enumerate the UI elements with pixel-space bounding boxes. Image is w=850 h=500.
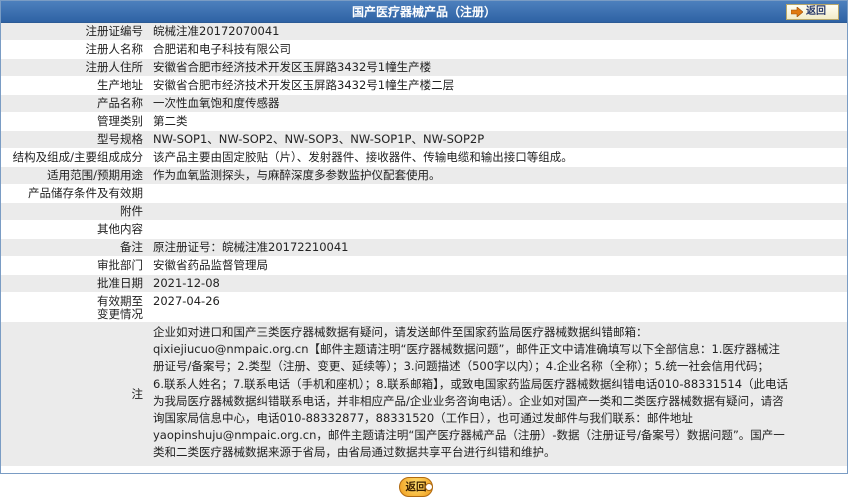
field-row: 变更情况 bbox=[1, 306, 847, 323]
dot-icon bbox=[425, 483, 433, 491]
note-line: 为我局医疗器械数据纠错联系电话，并非相应产品/企业业务咨询电话）。企业如对国产一… bbox=[153, 393, 784, 408]
note-row: 注 企业如对进口和国产三类医疗器械数据有疑问，请发送邮件至国家药监局医疗器械数据… bbox=[1, 322, 847, 466]
field-label: 注册人住所 bbox=[85, 60, 144, 74]
field-row: 其他内容 bbox=[1, 221, 847, 238]
field-row: 型号规格 NW-SOP1、NW-SOP2、NW-SOP3、NW-SOP1P、NW… bbox=[1, 131, 847, 148]
field-label: 批准日期 bbox=[97, 276, 143, 290]
field-row: 注册证编号 皖械注准20172070041 bbox=[1, 23, 847, 40]
field-value: 一次性血氧饱和度传感器 bbox=[153, 96, 280, 110]
back-button-bottom[interactable]: 返回 bbox=[399, 477, 433, 497]
note-line: 册证号/备案号；2.类型（注册、变更、延续等）；3.问题描述（500字以内）；4… bbox=[153, 359, 769, 374]
back-button-label: 返回 bbox=[405, 481, 427, 493]
field-row: 批准日期 2021-12-08 bbox=[1, 275, 847, 292]
field-value bbox=[147, 185, 847, 202]
note-line: 类和二类医疗器械数据来源于省局，由省局通过数据共享平台进行纠错和维护。 bbox=[153, 445, 556, 460]
field-row: 备注 原注册证号：皖械注准20172210041 bbox=[1, 239, 847, 256]
arrow-right-icon bbox=[791, 7, 803, 17]
field-row: 产品储存条件及有效期 bbox=[1, 185, 847, 202]
field-label: 产品储存条件及有效期 bbox=[28, 186, 143, 200]
field-value: 安徽省合肥市经济技术开发区玉屏路3432号1幢生产楼 bbox=[153, 60, 432, 74]
field-label: 附件 bbox=[120, 204, 143, 218]
field-row: 注册人住所 安徽省合肥市经济技术开发区玉屏路3432号1幢生产楼 bbox=[1, 59, 847, 76]
field-label: 注册人名称 bbox=[85, 42, 144, 56]
field-label: 结构及组成/主要组成成分 bbox=[12, 150, 143, 164]
field-value bbox=[147, 306, 847, 323]
note-line: qixiejiucuo@nmpaic.org.cn【邮件主题请注明“医疗器械数据… bbox=[153, 342, 780, 357]
field-value: 皖械注准20172070041 bbox=[153, 24, 280, 38]
field-label: 变更情况 bbox=[97, 307, 143, 321]
field-label: 适用范围/预期用途 bbox=[47, 168, 143, 182]
field-label: 生产地址 bbox=[97, 78, 143, 92]
field-label: 注册证编号 bbox=[85, 24, 144, 38]
note-line: 询国家局信息中心，电话010-88332877，88331520（工作日），也可… bbox=[153, 411, 693, 426]
field-label: 审批部门 bbox=[97, 258, 143, 272]
title-bar: 国产医疗器械产品（注册） 返回 bbox=[1, 1, 847, 23]
back-button-top[interactable]: 返回 bbox=[786, 4, 839, 20]
field-label: 型号规格 bbox=[97, 132, 143, 146]
field-value: 安徽省药品监督管理局 bbox=[153, 258, 268, 272]
field-value bbox=[147, 203, 847, 220]
field-row: 审批部门 安徽省药品监督管理局 bbox=[1, 257, 847, 274]
field-label: 产品名称 bbox=[97, 96, 143, 110]
field-row: 注册人名称 合肥诺和电子科技有限公司 bbox=[1, 41, 847, 58]
field-value: 原注册证号：皖械注准20172210041 bbox=[153, 240, 349, 254]
field-value: NW-SOP1、NW-SOP2、NW-SOP3、NW-SOP1P、NW-SOP2… bbox=[153, 132, 485, 146]
field-row: 结构及组成/主要组成成分 该产品主要由固定胶贴（片）、发射器件、接收器件、传输电… bbox=[1, 149, 847, 166]
field-label: 备注 bbox=[120, 240, 143, 254]
field-value bbox=[147, 221, 847, 238]
field-row: 附件 bbox=[1, 203, 847, 220]
field-row: 适用范围/预期用途 作为血氧监测探头，与麻醉深度多参数监护仪配套使用。 bbox=[1, 167, 847, 184]
field-value: 作为血氧监测探头，与麻醉深度多参数监护仪配套使用。 bbox=[153, 168, 441, 182]
note-label: 注 bbox=[131, 387, 144, 401]
note-line: 6.联系人姓名；7.联系电话（手机和座机）；8.联系邮箱】，或致电国家药监局医疗… bbox=[153, 376, 789, 391]
field-value: 合肥诺和电子科技有限公司 bbox=[153, 42, 291, 56]
field-row: 生产地址 安徽省合肥市经济技术开发区玉屏路3432号1幢生产楼二层 bbox=[1, 77, 847, 94]
field-value: 该产品主要由固定胶贴（片）、发射器件、接收器件、传输电缆和输出接口等组成。 bbox=[153, 150, 573, 164]
field-label: 管理类别 bbox=[97, 114, 143, 128]
page-title: 国产医疗器械产品（注册） bbox=[351, 5, 496, 19]
field-value: 第二类 bbox=[153, 114, 188, 128]
field-row: 管理类别 第二类 bbox=[1, 113, 847, 130]
field-value: 2021-12-08 bbox=[153, 276, 220, 290]
note-line: 企业如对进口和国产三类医疗器械数据有疑问，请发送邮件至国家药监局医疗器械数据纠错… bbox=[153, 325, 648, 339]
note-text: 企业如对进口和国产三类医疗器械数据有疑问，请发送邮件至国家药监局医疗器械数据纠错… bbox=[147, 322, 847, 466]
field-row: 产品名称 一次性血氧饱和度传感器 bbox=[1, 95, 847, 112]
back-button-label: 返回 bbox=[806, 6, 826, 17]
field-label: 其他内容 bbox=[97, 222, 143, 236]
note-line: yaopinshuju@nmpaic.org.cn，邮件主题请注明“国产医疗器械… bbox=[153, 428, 785, 443]
field-value: 安徽省合肥市经济技术开发区玉屏路3432号1幢生产楼二层 bbox=[153, 78, 455, 92]
